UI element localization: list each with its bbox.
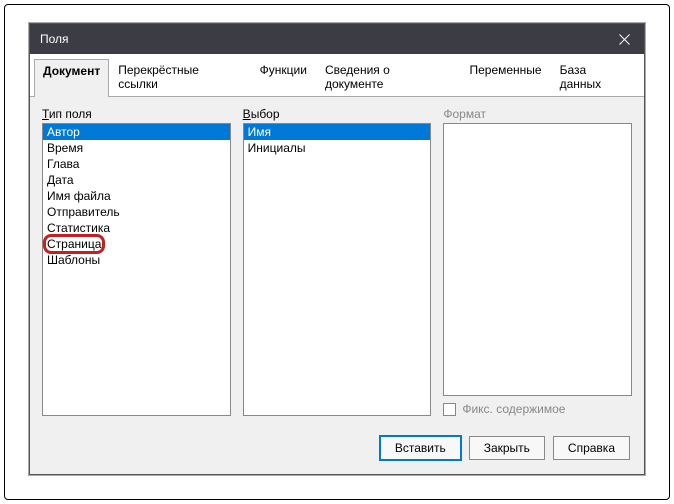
list-item[interactable]: Шаблоны — [43, 252, 230, 268]
list-item[interactable]: Отправитель — [43, 204, 230, 220]
format-label: Формат — [443, 107, 632, 121]
titlebar: Поля — [30, 24, 644, 54]
list-item[interactable]: Инициалы — [244, 140, 431, 156]
tab-cross-references[interactable]: Перекрёстные ссылки — [109, 58, 250, 96]
fixed-content-checkbox[interactable]: Фикс. содержимое — [443, 402, 632, 416]
tab-bar: Документ Перекрёстные ссылки Функции Све… — [30, 54, 644, 97]
help-button[interactable]: Справка — [553, 436, 630, 460]
list-item[interactable]: Время — [43, 140, 230, 156]
checkbox-icon — [443, 403, 456, 416]
fields-dialog: Поля Документ Перекрёстные ссылки Функци… — [29, 23, 645, 475]
tab-functions[interactable]: Функции — [251, 58, 316, 96]
type-label: Тип поля — [42, 107, 231, 121]
list-item-label: Страница — [47, 237, 101, 251]
insert-button[interactable]: Вставить — [380, 436, 461, 460]
close-button[interactable]: Закрыть — [469, 436, 545, 460]
list-item[interactable]: Статистика — [43, 220, 230, 236]
dialog-title: Поля — [40, 32, 69, 46]
format-listbox — [443, 123, 632, 396]
list-item[interactable]: Имя — [244, 124, 431, 140]
list-item[interactable]: Дата — [43, 172, 230, 188]
tab-variables[interactable]: Переменные — [460, 58, 550, 96]
tab-document[interactable]: Документ — [34, 59, 109, 97]
type-listbox[interactable]: Автор Время Глава Дата Имя файла Отправи… — [42, 123, 231, 416]
checkbox-label: Фикс. содержимое — [462, 402, 565, 416]
list-item-page[interactable]: Страница — [43, 236, 230, 252]
select-label: Выбор — [243, 107, 432, 121]
close-icon[interactable] — [604, 24, 644, 54]
select-listbox[interactable]: Имя Инициалы — [243, 123, 432, 416]
tab-doc-info[interactable]: Сведения о документе — [316, 58, 461, 96]
list-item[interactable]: Автор — [43, 124, 230, 140]
list-item[interactable]: Имя файла — [43, 188, 230, 204]
tab-database[interactable]: База данных — [551, 58, 640, 96]
list-item[interactable]: Глава — [43, 156, 230, 172]
